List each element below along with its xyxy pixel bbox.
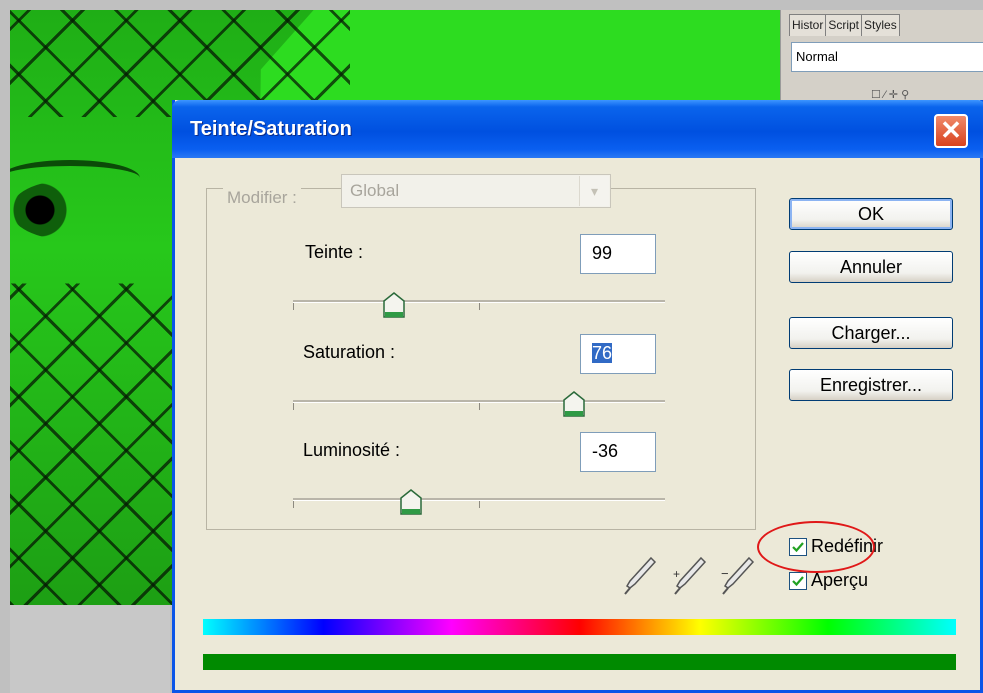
close-button[interactable]: ✕ [934,114,968,148]
ok-button[interactable]: OK [789,198,953,230]
dialog-title: Teinte/Saturation [190,118,352,140]
saturation-input[interactable]: 76 [580,334,656,374]
eyedropper-subtract-icon[interactable]: − [719,554,755,598]
layers-panel: Histor Script Styles Normal ☐ ⁄ ✛ ⚲ [780,10,983,105]
tab-styles[interactable]: Styles [861,14,900,36]
hue-input[interactable]: 99 [580,234,656,274]
panel-tabs: Histor Script Styles [789,14,900,36]
hue-saturation-dialog: Teinte/Saturation ✕ Modifier : Global ▾ … [172,100,983,693]
hue-label: Teinte : [305,242,364,262]
hue-tick-left [293,303,294,310]
eyedropper-icon[interactable] [621,554,657,598]
tab-history[interactable]: Histor [789,14,827,36]
hue-tick-center [479,303,480,310]
modifier-label: Modifier : [223,188,301,208]
input-color-spectrum [203,619,956,635]
close-icon: ✕ [940,115,962,145]
hue-slider-thumb[interactable] [383,292,405,318]
lightness-slider-thumb[interactable] [400,489,422,515]
saturation-tick-left [293,403,294,410]
workspace-background [10,605,170,693]
annotation-circle [757,521,875,573]
lightness-tick-left [293,501,294,508]
svg-text:+: + [673,567,680,581]
lightness-label: Luminosité : [303,440,401,460]
saturation-tick-center [479,403,480,410]
cancel-button[interactable]: Annuler [789,251,953,283]
saturation-slider-thumb[interactable] [563,391,585,417]
saturation-label: Saturation : [303,342,396,362]
eyedropper-add-icon[interactable]: + [671,554,707,598]
preview-label[interactable]: Aperçu [811,570,868,591]
blend-mode-select[interactable]: Normal [791,42,983,72]
chevron-down-icon: ▾ [579,176,609,206]
checkmark-icon [792,576,804,587]
lightness-input[interactable]: -36 [580,432,656,472]
save-button[interactable]: Enregistrer... [789,369,953,401]
title-bar[interactable]: Teinte/Saturation ✕ [172,100,983,158]
tab-script[interactable]: Script [825,14,863,36]
modifier-select: Global ▾ [341,174,611,208]
load-button[interactable]: Charger... [789,317,953,349]
modifier-value: Global [350,181,400,200]
output-color-spectrum [203,654,956,670]
svg-text:−: − [721,566,729,581]
adjustment-group [206,188,756,530]
preview-checkbox[interactable] [789,572,807,590]
lightness-tick-center [479,501,480,508]
